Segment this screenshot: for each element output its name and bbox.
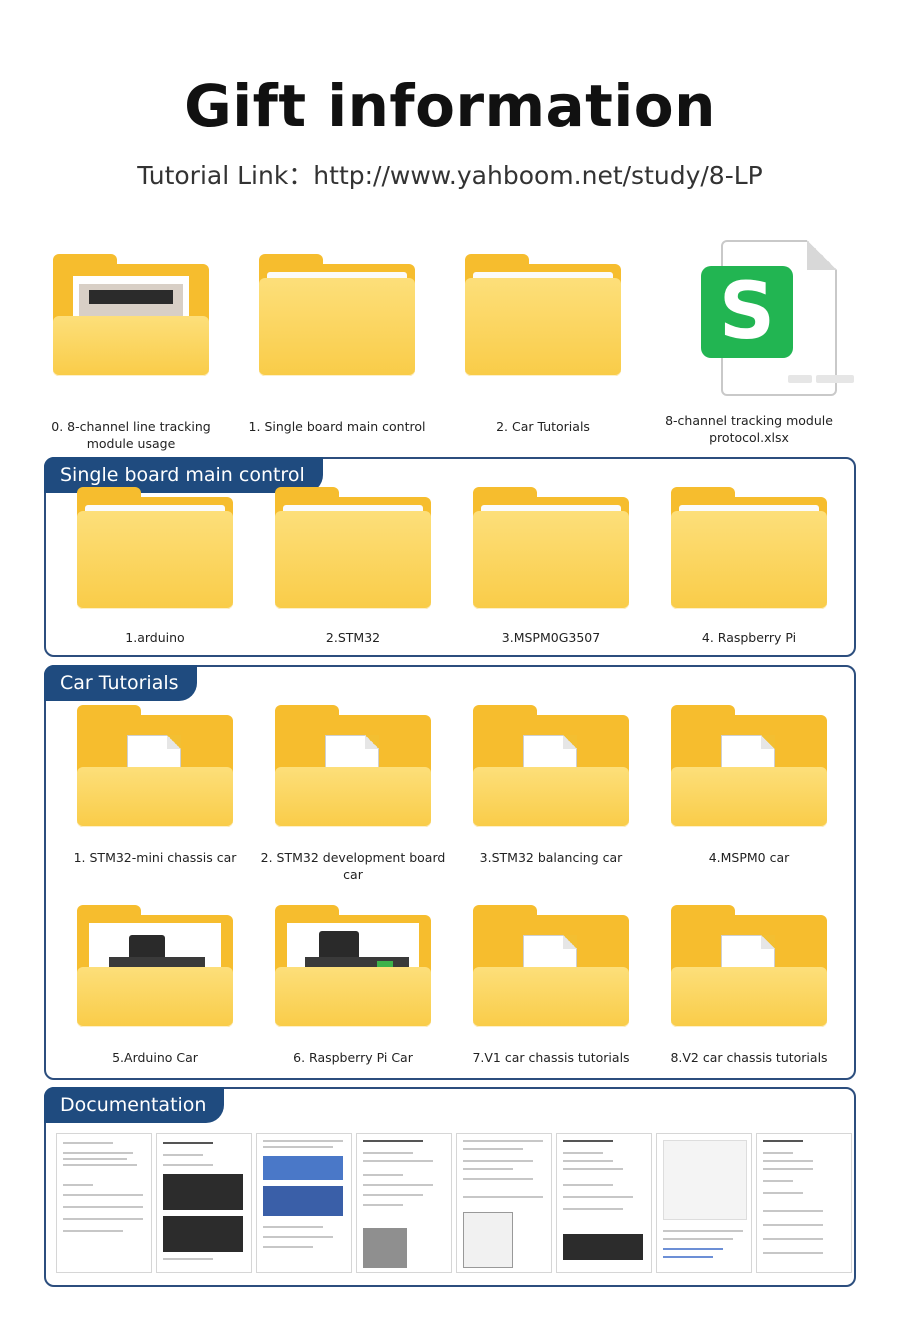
doc-thumbnail[interactable] (256, 1133, 352, 1273)
folder-single-board[interactable]: 1. Single board main control (234, 254, 440, 435)
folder-mspm0[interactable]: 3.MSPM0G3507 (452, 487, 650, 646)
item-label-line1: 8.V2 car chassis tutorials (670, 1050, 828, 1065)
folder-with-photo-icon (53, 254, 209, 384)
doc-thumbnail[interactable] (656, 1133, 752, 1273)
folder-stm32-mini-chassis[interactable]: 1. STM32-mini chassis car (56, 705, 254, 866)
folder-line-tracking-usage[interactable]: 0. 8-channel line tracking module usage (28, 254, 234, 452)
page-title: Gift information (184, 72, 716, 140)
folder-icon (671, 487, 827, 617)
folder-stm32-balancing-car[interactable]: 3.STM32 balancing car (452, 705, 650, 866)
folder-car-tutorials[interactable]: 2. Car Tutorials (440, 254, 646, 435)
item-label-line1: 5.Arduino Car (112, 1050, 198, 1065)
folder-with-photo-icon (275, 905, 431, 1035)
item-label-line1: 1. STM32-mini chassis car (73, 850, 237, 865)
folder-icon (465, 254, 621, 384)
item-label-line1: 4.MSPM0 car (708, 850, 790, 865)
item-label-line1: 7.V1 car chassis tutorials (472, 1050, 630, 1065)
doc-thumbnail[interactable] (756, 1133, 852, 1273)
top-items-grid: 0. 8-channel line tracking module usage … (28, 240, 872, 451)
doc-thumbnail[interactable] (456, 1133, 552, 1273)
folder-icon (473, 487, 629, 617)
item-label-line2: module usage (86, 436, 176, 451)
folder-with-document-icon (671, 705, 827, 835)
folder-icon (259, 254, 415, 384)
folder-with-document-icon (77, 705, 233, 835)
section-tag: Documentation (44, 1087, 225, 1123)
doc-thumbnail[interactable] (156, 1133, 252, 1273)
item-label: 3.MSPM0G3507 (501, 630, 601, 645)
folder-with-document-icon (275, 705, 431, 835)
doc-thumbnail[interactable] (556, 1133, 652, 1273)
section-tag: Car Tutorials (44, 665, 197, 701)
folder-v2-car-chassis[interactable]: 8.V2 car chassis tutorials (650, 905, 848, 1066)
item-label-line2: protocol.xlsx (709, 430, 789, 445)
item-label-line1: 1. Single board main control (248, 419, 426, 434)
item-label-line1: 2. Car Tutorials (496, 419, 590, 434)
item-label-line1: 2. STM32 development board (260, 850, 446, 865)
item-label-line1: 6. Raspberry Pi Car (293, 1050, 413, 1065)
folder-with-document-icon (671, 905, 827, 1035)
item-label-line1: 3.STM32 balancing car (479, 850, 623, 865)
item-label-line2: car (343, 867, 363, 882)
folder-with-photo-icon (77, 905, 233, 1035)
spreadsheet-file-icon: S (671, 240, 854, 400)
documentation-thumbnails (56, 1133, 852, 1273)
item-label-line1: 8-channel tracking module (665, 413, 833, 428)
item-label: 4. Raspberry Pi (701, 630, 797, 645)
folder-raspberry-pi-car[interactable]: 6. Raspberry Pi Car (254, 905, 452, 1066)
folder-arduino-car[interactable]: 5.Arduino Car (56, 905, 254, 1066)
file-protocol-xlsx[interactable]: S 8-channel tracking module protocol.xls… (646, 240, 854, 446)
item-label: 2.STM32 (325, 630, 381, 645)
tutorial-link[interactable]: Tutorial Link：http://www.yahboom.net/stu… (0, 156, 900, 192)
item-label-line1: 0. 8-channel line tracking (51, 419, 211, 434)
folder-with-document-icon (473, 905, 629, 1035)
folder-stm32-dev-board-car[interactable]: 2. STM32 development board car (254, 705, 452, 883)
folder-with-document-icon (473, 705, 629, 835)
folder-arduino[interactable]: 1.arduino (56, 487, 254, 646)
item-label: 1.arduino (125, 630, 185, 645)
doc-thumbnail[interactable] (356, 1133, 452, 1273)
single-board-panel: Single board main control 1.arduino 2.ST… (44, 457, 856, 657)
folder-raspberry-pi[interactable]: 4. Raspberry Pi (650, 487, 848, 646)
folder-mspm0-car[interactable]: 4.MSPM0 car (650, 705, 848, 866)
folder-icon (77, 487, 233, 617)
car-tutorials-panel: Car Tutorials 1. STM32-mini chassis car … (44, 665, 856, 1080)
documentation-panel: Documentation (44, 1087, 856, 1287)
folder-stm32[interactable]: 2.STM32 (254, 487, 452, 646)
folder-v1-car-chassis[interactable]: 7.V1 car chassis tutorials (452, 905, 650, 1066)
doc-thumbnail[interactable] (56, 1133, 152, 1273)
folder-icon (275, 487, 431, 617)
